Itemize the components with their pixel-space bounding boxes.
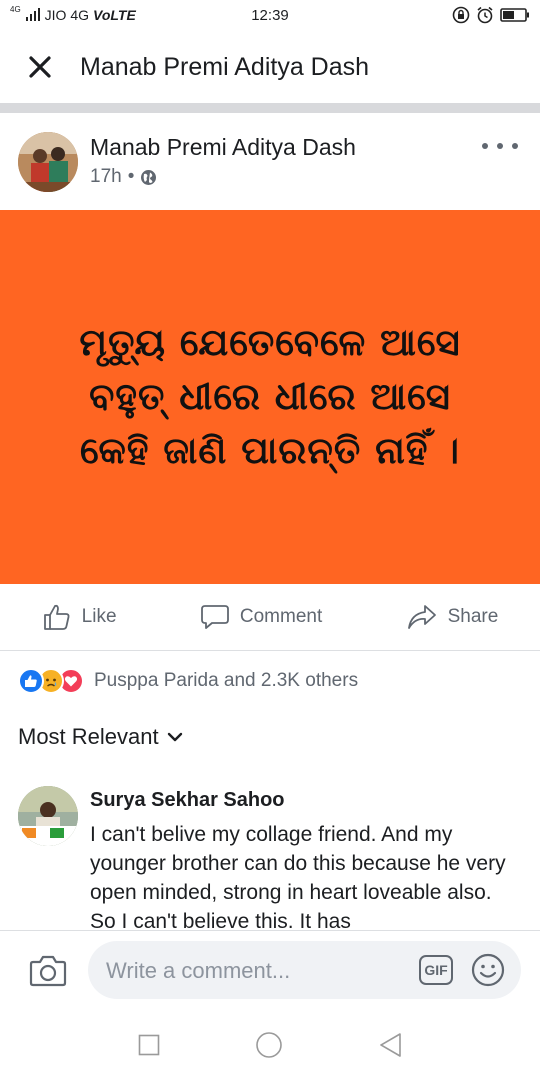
gif-button[interactable]: GIF: [419, 955, 453, 985]
share-label: Share: [447, 606, 499, 627]
sort-label: Most Relevant: [18, 724, 159, 749]
like-reaction-icon: [18, 668, 44, 694]
camera-icon: [29, 955, 67, 987]
system-nav-bar: [0, 1010, 540, 1080]
status-bar: 4G JIO 4G VoLTE 12:39: [0, 0, 540, 30]
comment-input[interactable]: Write a comment... GIF: [88, 941, 521, 999]
commenter-avatar[interactable]: [18, 786, 78, 846]
globe-icon: [141, 169, 157, 185]
comment-text: I can't belive my collage friend. And my…: [90, 823, 506, 930]
volte-label: VoLTE: [93, 7, 136, 23]
home-icon[interactable]: [255, 1031, 283, 1059]
comment-icon: [200, 605, 229, 629]
signal-icon: [25, 8, 40, 21]
more-dot: [512, 143, 518, 149]
post-meta: 17h •: [90, 166, 157, 188]
page-title: Manab Premi Aditya Dash: [80, 52, 370, 81]
camera-button[interactable]: [28, 951, 68, 991]
close-icon: [29, 56, 51, 78]
post-image[interactable]: ମୃତ୍ୟୁ ଯେତେବେଳେ ଆସେ ବହୁତ୍ ଧୀରେ ଧୀରେ ଆସେ …: [0, 210, 540, 584]
alarm-icon: [477, 6, 493, 24]
battery-icon: [500, 8, 529, 22]
emoji-button[interactable]: [471, 953, 505, 987]
post-action-bar: Like Comment Share: [0, 592, 540, 642]
lock-rotation-icon: [452, 6, 470, 24]
comment-input-placeholder: Write a comment...: [106, 958, 291, 983]
section-divider: [0, 103, 540, 113]
avatar-photo: [18, 786, 78, 846]
thumbs-up-icon: [43, 604, 70, 630]
reactions-summary[interactable]: Pusppa Parida and 2.3K others: [18, 666, 358, 696]
like-label: Like: [81, 606, 117, 627]
avatar-photo: [18, 132, 78, 192]
author-avatar[interactable]: [18, 132, 78, 192]
status-right: [452, 6, 530, 24]
back-icon[interactable]: [378, 1032, 402, 1058]
smiley-icon: [471, 953, 505, 987]
post-image-text-line: କେହି ଜାଣି ପାରନ୍ତି ନାହିଁ ।: [80, 429, 460, 472]
network-type: 4G: [10, 4, 21, 14]
post-author-name[interactable]: Manab Premi Aditya Dash: [90, 134, 356, 161]
carrier-label: JIO 4G: [44, 7, 90, 23]
post-header-bar: Manab Premi Aditya Dash: [0, 36, 540, 98]
status-left: 4G JIO 4G VoLTE: [10, 4, 136, 24]
more-dot: [482, 143, 488, 149]
share-button[interactable]: Share: [406, 602, 499, 632]
like-button[interactable]: Like: [42, 602, 117, 632]
reactions-text: Pusppa Parida and 2.3K others: [94, 670, 359, 691]
meta-separator: •: [127, 166, 135, 187]
post-image-text-line: ବହୁତ୍ ଧୀରେ ଧୀରେ ଆସେ: [89, 375, 451, 418]
action-divider: [0, 650, 540, 651]
comment-sort-dropdown[interactable]: Most Relevant: [18, 724, 183, 750]
more-dot: [497, 143, 503, 149]
comment-button[interactable]: Comment: [200, 602, 322, 632]
comment-label: Comment: [239, 606, 323, 627]
comment-composer: Write a comment... GIF: [0, 930, 540, 1010]
post-time[interactable]: 17h: [90, 166, 122, 188]
more-options-button[interactable]: [482, 136, 518, 156]
reaction-icons: [18, 668, 84, 694]
post-image-text-line: ମୃତ୍ୟୁ ଯେତେବେଳେ ଆସେ: [79, 321, 461, 364]
recent-apps-icon[interactable]: [138, 1034, 160, 1056]
chevron-down-icon: [167, 732, 182, 742]
comment-item: Surya Sekhar Sahoo I can't belive my col…: [0, 780, 540, 930]
close-button[interactable]: [0, 36, 80, 98]
comment-author[interactable]: Surya Sekhar Sahoo: [90, 789, 285, 812]
post-author-row: Manab Premi Aditya Dash 17h •: [0, 120, 540, 200]
share-icon: [407, 605, 436, 629]
